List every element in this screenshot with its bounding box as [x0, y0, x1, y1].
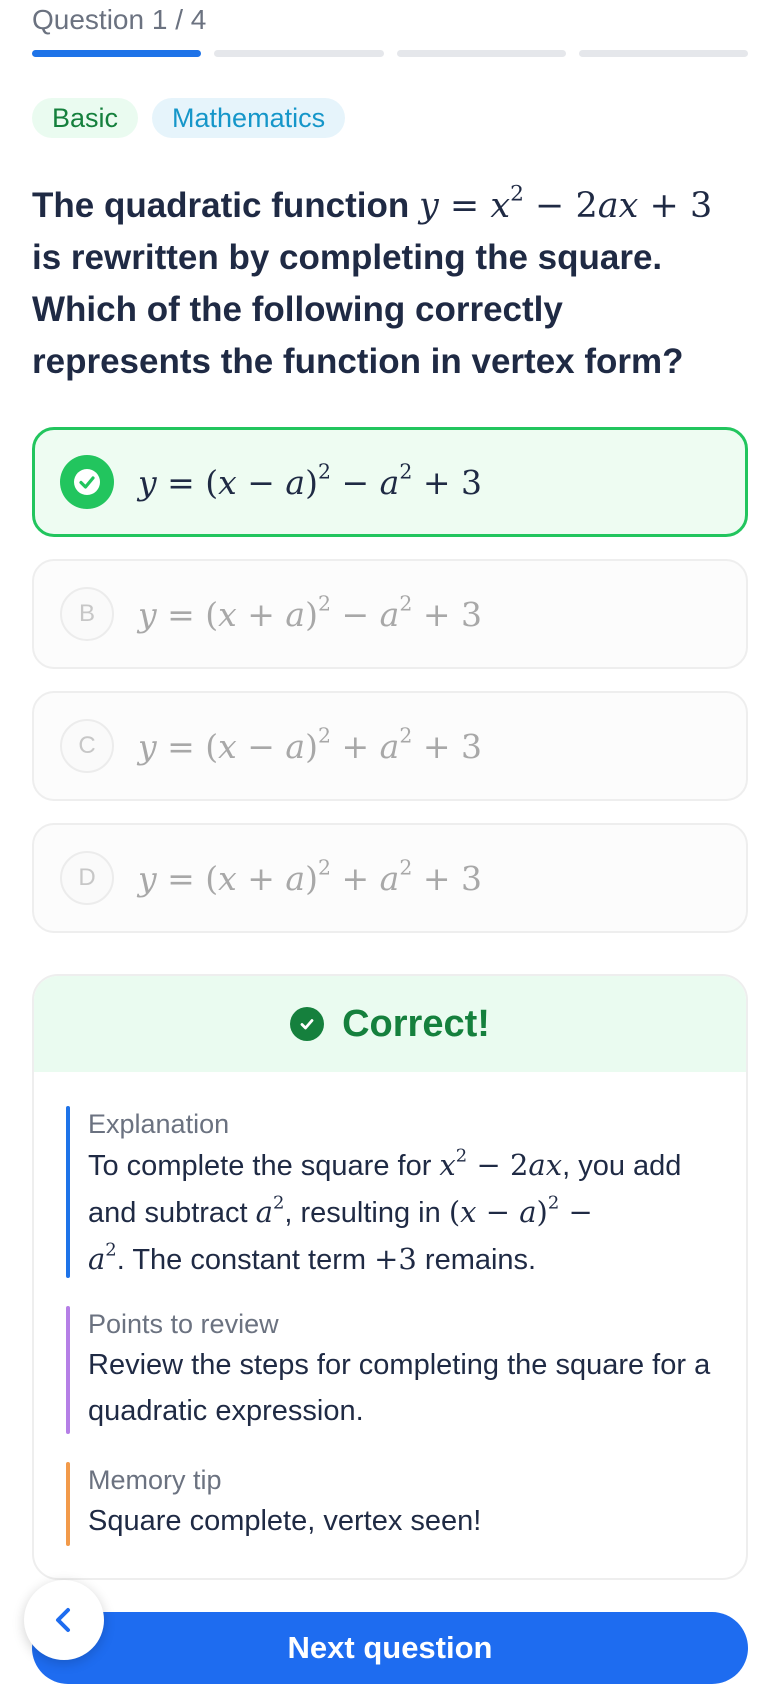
section-body: Square complete, vertex seen! — [88, 1505, 482, 1537]
check-circle-icon — [290, 1007, 325, 1041]
section-title: Memory tip — [88, 1465, 222, 1495]
answer-option-b[interactable]: B y = (x + a)2 − a2 + 3 — [32, 559, 748, 669]
explanation-section: Explanation To complete the square for x… — [66, 1106, 716, 1278]
section-accent-bar — [66, 1106, 70, 1278]
option-letter: B — [60, 587, 114, 641]
subject-tag: Mathematics — [152, 98, 346, 138]
section-body: Review the steps for completing the squa… — [88, 1349, 711, 1427]
progress-label: Question 1 / 4 — [32, 4, 207, 35]
explanation-text: To complete the square for x2 − 2ax, you… — [88, 1145, 682, 1276]
progress-segment — [578, 50, 748, 57]
answer-option-c[interactable]: C y = (x − a)2 + a2 + 3 — [32, 691, 748, 801]
question-text: The quadratic function y = x2 − 2ax + 3 … — [32, 181, 713, 381]
option-formula: y = (x − a)2 − a2 + 3 — [138, 459, 482, 502]
progress-segment — [32, 50, 202, 57]
points-to-review-section: Points to review Review the steps for co… — [66, 1306, 716, 1434]
checkmark-icon — [60, 455, 114, 509]
section-title: Points to review — [88, 1309, 279, 1339]
option-formula: y = (x + a)2 − a2 + 3 — [138, 591, 482, 634]
section-title: Explanation — [88, 1109, 230, 1139]
chevron-left-icon — [56, 1608, 70, 1632]
option-formula: y = (x + a)2 + a2 + 3 — [138, 855, 482, 898]
option-letter: D — [60, 851, 114, 905]
memory-tip-section: Memory tip Square complete, vertex seen! — [66, 1462, 716, 1546]
level-tag: Basic — [32, 98, 139, 138]
answer-option-a[interactable]: y = (x − a)2 − a2 + 3 — [32, 427, 748, 537]
tag-list: Basic Mathematics — [32, 98, 346, 138]
feedback-header: Correct! — [34, 976, 746, 1072]
option-letter: C — [60, 719, 114, 773]
section-accent-bar — [66, 1462, 70, 1546]
section-accent-bar — [66, 1306, 70, 1434]
next-question-button[interactable]: Next question — [32, 1612, 748, 1684]
back-button[interactable] — [24, 1580, 104, 1660]
progress-bar — [32, 50, 748, 57]
progress-segment — [396, 50, 566, 57]
option-formula: y = (x − a)2 + a2 + 3 — [138, 723, 482, 766]
feedback-title: Correct! — [342, 1002, 490, 1045]
progress-segment — [214, 50, 384, 57]
feedback-card: Correct! Explanation To complete the squ… — [32, 974, 748, 1580]
answer-option-d[interactable]: D y = (x + a)2 + a2 + 3 — [32, 823, 748, 933]
